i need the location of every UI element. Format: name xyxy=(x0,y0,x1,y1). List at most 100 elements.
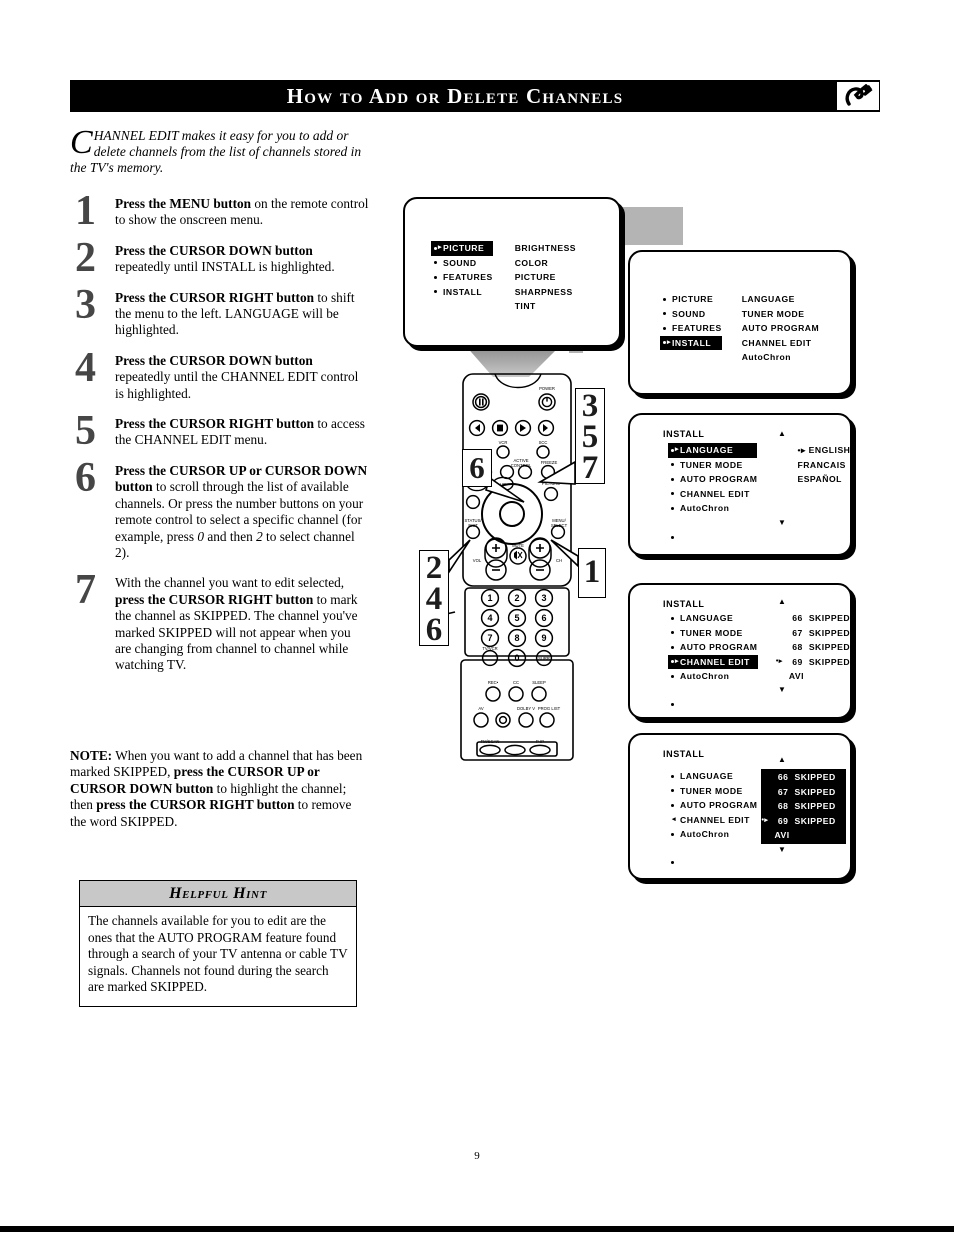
language-option[interactable]: ESPAÑOL xyxy=(797,472,850,487)
scroll-down-arrow-icon: ▼ xyxy=(778,518,786,527)
menu-item-auto-program[interactable]: AUTO PROGRAM xyxy=(668,798,757,813)
language-option[interactable]: •▸ ENGLISH xyxy=(797,443,850,458)
menu-item-tuner-mode[interactable]: TUNER MODE xyxy=(668,784,757,799)
bullet-icon xyxy=(671,774,674,778)
step-2: 2 Press the CURSOR DOWN button repeatedly… xyxy=(70,237,370,279)
menu-item-picture[interactable]: PICTURE xyxy=(431,241,493,256)
callout-number: 5 xyxy=(581,419,599,455)
bullet-icon xyxy=(663,341,666,345)
menu-item-label: CHANNEL EDIT xyxy=(680,488,750,499)
svg-text:CONTROL: CONTROL xyxy=(511,463,532,468)
menu-item-channel-edit[interactable]: CHANNEL EDIT xyxy=(668,487,757,502)
scroll-up-arrow-icon: ▲ xyxy=(778,597,786,606)
menu-item-label: CHANNEL EDIT xyxy=(680,814,750,825)
step-number: 7 xyxy=(75,567,96,614)
menu-item-install[interactable]: INSTALL xyxy=(431,285,493,300)
bullet-icon xyxy=(671,616,674,620)
bullet-icon xyxy=(434,246,437,250)
panel-title-install-channel-list: INSTALL xyxy=(663,749,705,759)
menu-item-language[interactable]: LANGUAGE xyxy=(668,443,758,458)
channel-row[interactable]: 69 SKIPPED xyxy=(761,814,835,829)
menu-item-label: FEATURES xyxy=(443,272,493,282)
step-text: Press the CURSOR RIGHT button to shift t… xyxy=(115,289,355,338)
language-option[interactable]: FRANCAIS xyxy=(797,458,850,473)
menu-item-picture[interactable]: PICTURE xyxy=(660,292,722,307)
bullet-icon xyxy=(663,312,666,316)
menu-item-sound[interactable]: SOUND xyxy=(660,307,722,322)
callout-number: 3 xyxy=(581,388,599,424)
channel-number: 67 xyxy=(792,627,803,638)
menu-option-label: COLOR xyxy=(514,257,549,268)
channel-row[interactable]: 69 SKIPPED xyxy=(776,655,850,670)
channel-row[interactable]: 68 SKIPPED xyxy=(776,640,850,655)
channel-number: 68 xyxy=(777,801,789,811)
channel-number: AVI xyxy=(788,671,805,681)
menu-item-label: CHANNEL EDIT xyxy=(680,656,750,667)
channel-row[interactable]: 66 SKIPPED xyxy=(776,611,850,626)
tv-screen-channel-edit-menu: INSTALL ▲ ▼ LANGUAGE TUNER MODE AUTO PROGR… xyxy=(628,583,852,719)
channel-row[interactable]: 68 SKIPPED xyxy=(761,799,835,814)
tv-screen-main-menu: PICTURE SOUND FEATURES INSTALL BRIGHTNESS CO… xyxy=(403,197,621,347)
intro-text: HANNEL EDIT makes it easy for you to add… xyxy=(70,128,362,175)
channel-row[interactable]: 66 SKIPPED xyxy=(761,770,835,785)
bullet-icon xyxy=(671,645,674,649)
channel-status: SKIPPED xyxy=(808,613,851,623)
menu-item-tuner-mode[interactable]: TUNER MODE xyxy=(668,626,758,641)
svg-text:MENU/: MENU/ xyxy=(552,518,566,523)
menu-item-channel-edit[interactable]: CHANNEL EDIT xyxy=(668,654,758,669)
svg-text:3: 3 xyxy=(541,593,546,603)
svg-text:ACTIVE: ACTIVE xyxy=(513,458,528,463)
svg-text:SLEEP: SLEEP xyxy=(532,680,546,685)
menu-item-autochron[interactable]: AutoChron xyxy=(668,501,757,516)
channel-row[interactable]: 67 SKIPPED xyxy=(761,785,835,800)
connector-graphic xyxy=(563,207,683,353)
menu-continuation-bullet xyxy=(668,855,680,870)
svg-text:FM/SCAN: FM/SCAN xyxy=(481,739,500,744)
bullet-icon xyxy=(671,448,674,452)
channel-row[interactable]: 67 SKIPPED xyxy=(776,626,850,641)
menu-item-label: AUTO PROGRAM xyxy=(680,642,758,652)
hook-arrow-logo-icon xyxy=(836,81,880,111)
channel-status: SKIPPED xyxy=(808,627,851,638)
channel-row[interactable]: AVI xyxy=(776,669,850,684)
menu-item-label: SOUND xyxy=(443,257,477,268)
menu-item-tuner-mode[interactable]: TUNER MODE xyxy=(668,458,757,473)
step-1: 1 Press the MENU button on the remote con… xyxy=(70,190,370,232)
main-menu-left-column: PICTURE SOUND FEATURES INSTALL xyxy=(431,241,493,314)
step-number: 4 xyxy=(75,344,96,391)
menu-continuation-bullet xyxy=(668,697,680,712)
menu-item-auto-program[interactable]: AUTO PROGRAM xyxy=(668,472,757,487)
menu-item-autochron[interactable]: AutoChron xyxy=(668,669,758,684)
bullet-icon xyxy=(434,261,437,265)
menu-option-label: AutoChron xyxy=(741,352,792,362)
menu-item-label: TUNER MODE xyxy=(680,785,743,796)
menu-item-label: LANGUAGE xyxy=(680,445,734,455)
menu-item-language[interactable]: LANGUAGE xyxy=(668,611,758,626)
menu-item-channel-edit[interactable]: CHANNEL EDIT xyxy=(668,813,757,828)
menu-item-autochron[interactable]: AutoChron xyxy=(668,827,757,842)
tv-screen-install-selected: PICTURE SOUND FEATURES INSTALL LANGUAGE TUNE… xyxy=(628,250,852,395)
menu-item-auto-program[interactable]: AUTO PROGRAM xyxy=(668,640,758,655)
svg-text:6: 6 xyxy=(541,613,546,623)
svg-text:9: 9 xyxy=(541,633,546,643)
language-menu-left-column: LANGUAGE TUNER MODE AUTO PROGRAM CHANNEL ED… xyxy=(668,443,758,516)
menu-item-label: AutoChron xyxy=(680,829,730,839)
menu-item-features[interactable]: FEATURES xyxy=(660,321,722,336)
menu-item-install[interactable]: INSTALL xyxy=(660,335,722,350)
step-3: 3 Press the CURSOR RIGHT button to shift … xyxy=(70,284,370,339)
menu-item-label: AutoChron xyxy=(680,671,730,681)
menu-item-language[interactable]: LANGUAGE xyxy=(668,769,757,784)
menu-item-features[interactable]: FEATURES xyxy=(431,270,493,285)
channel-status: SKIPPED xyxy=(794,772,836,782)
tv-screen-language-menu: INSTALL ▲ ▼ LANGUAGE TUNER MODE AUTO PROGR… xyxy=(628,413,852,556)
menu-item-label: LANGUAGE xyxy=(680,613,734,623)
page-number: 9 xyxy=(474,1150,480,1162)
channel-number: 67 xyxy=(777,786,789,797)
step-text: Press the MENU button on the remote cont… xyxy=(115,196,369,228)
menu-item-sound[interactable]: SOUND xyxy=(431,256,493,271)
channel-row[interactable]: AVI xyxy=(761,828,835,843)
menu-item-label: PICTURE xyxy=(672,294,714,304)
callout-number: 4 xyxy=(425,581,443,617)
step-5: 5 Press the CURSOR RIGHT button to access… xyxy=(70,410,370,452)
scroll-up-arrow-icon: ▲ xyxy=(778,755,786,764)
